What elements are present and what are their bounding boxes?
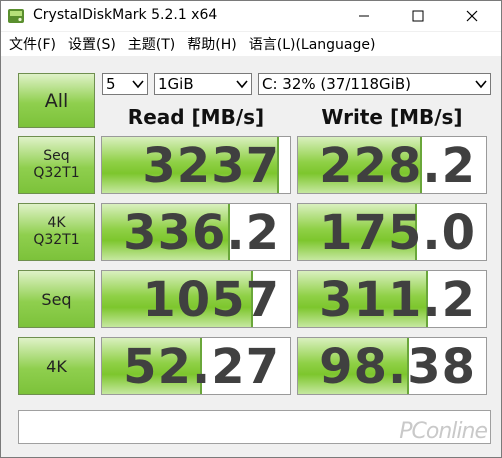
result-value: 175.0 [319, 205, 476, 261]
result-value: 3237 [142, 138, 280, 194]
4k-read-result: 52.27 [101, 337, 291, 395]
row-label-line2: Q32T1 [33, 232, 80, 248]
write-header: Write [MB/s] [321, 105, 463, 129]
result-value: 1057 [142, 272, 280, 328]
chevron-down-icon [236, 80, 248, 89]
4k-q32t1-write-result: 175.0 [297, 203, 487, 261]
seq-q32t1-button[interactable]: Seq Q32T1 [18, 136, 95, 194]
result-value: 98.38 [319, 339, 476, 395]
4k-q32t1-read-result: 336.2 [101, 203, 291, 261]
seq-button[interactable]: Seq [18, 270, 95, 328]
drive-value: C: 32% (37/118GiB) [262, 75, 411, 93]
row-label-line1: Seq [43, 148, 70, 164]
seq-q32t1-read-result: 3237 [101, 136, 291, 194]
test-count-select[interactable]: 5 [102, 73, 148, 95]
result-value: 52.27 [123, 339, 280, 395]
read-header: Read [MB/s] [127, 105, 265, 129]
result-value: 228.2 [319, 138, 476, 194]
chevron-down-icon [132, 80, 144, 89]
row-label-line1: 4K [47, 215, 66, 231]
result-value: 311.2 [319, 272, 476, 328]
test-size-value: 1GiB [158, 75, 194, 93]
test-size-select[interactable]: 1GiB [154, 73, 252, 95]
seq-q32t1-write-result: 228.2 [297, 136, 487, 194]
watermark: PConline [399, 419, 488, 444]
seq-read-result: 1057 [101, 270, 291, 328]
chevron-down-icon [475, 80, 487, 89]
row-label-line2: Q32T1 [33, 165, 80, 181]
result-value: 336.2 [123, 205, 280, 261]
all-button[interactable]: All [18, 73, 95, 128]
row-label-line1: 4K [46, 356, 67, 376]
4k-q32t1-button[interactable]: 4K Q32T1 [18, 203, 95, 261]
test-count-value: 5 [106, 75, 116, 93]
4k-write-result: 98.38 [297, 337, 487, 395]
seq-write-result: 311.2 [297, 270, 487, 328]
row-label-line1: Seq [41, 289, 72, 309]
drive-select[interactable]: C: 32% (37/118GiB) [258, 73, 491, 95]
app-window: CrystalDiskMark 5.2.1 x64 文件(F) 设置(S) 主题… [0, 0, 502, 458]
4k-button[interactable]: 4K [18, 337, 95, 395]
